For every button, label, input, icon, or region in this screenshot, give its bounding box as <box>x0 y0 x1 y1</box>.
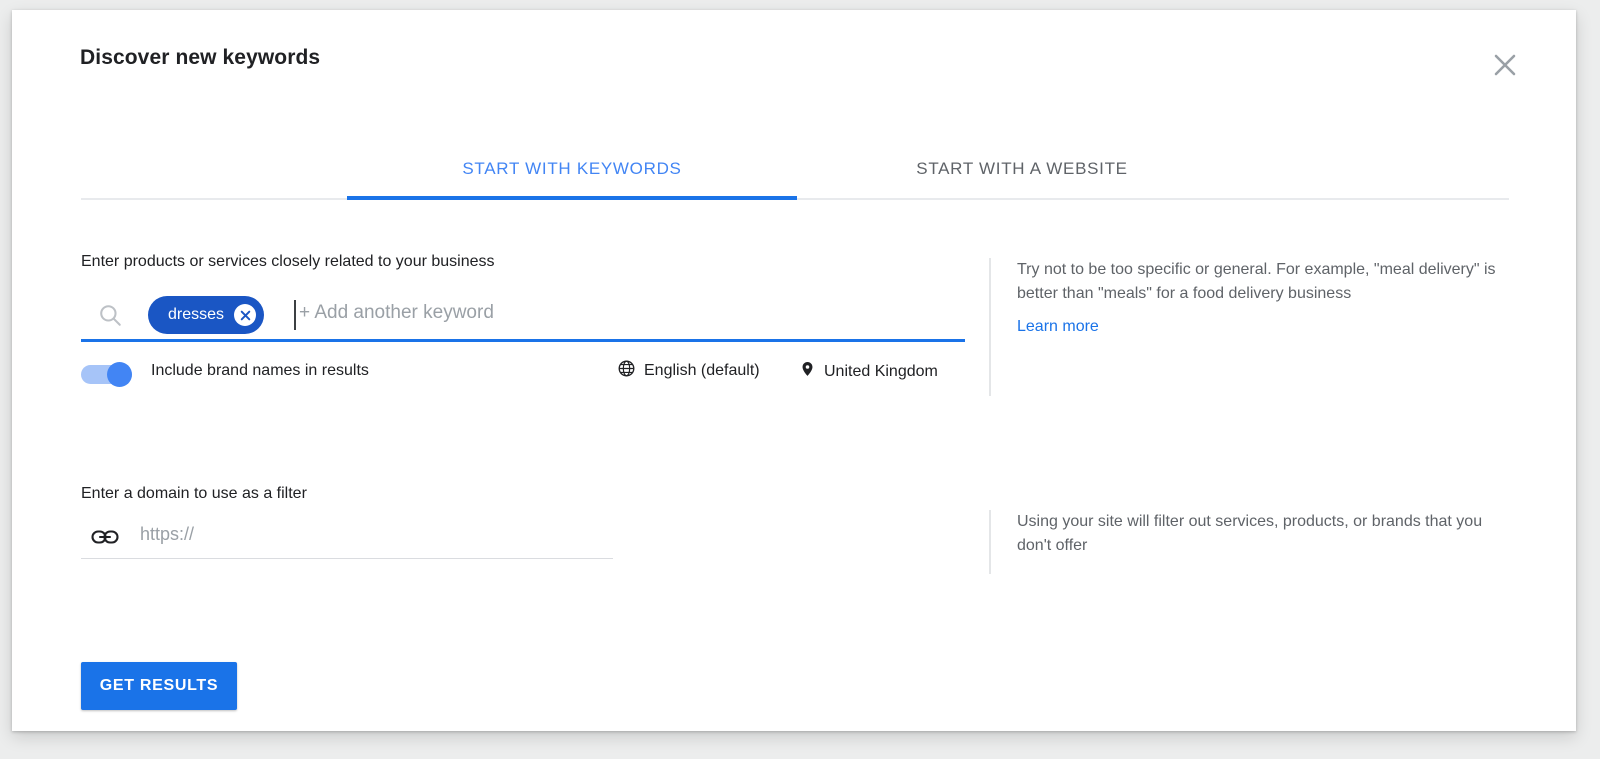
location-selector[interactable]: United Kingdom <box>799 359 938 384</box>
discover-keywords-dialog: Discover new keywords START WITH KEYWORD… <box>12 10 1576 731</box>
keywords-tip-text: Try not to be too specific or general. F… <box>1017 261 1496 302</box>
location-pin-icon <box>799 359 816 384</box>
keyword-chip-label: dresses <box>168 306 225 323</box>
tab-bar: START WITH KEYWORDS START WITH A WEBSITE <box>81 141 1509 199</box>
keywords-input-row[interactable]: dresses + Add another keyword <box>81 290 965 340</box>
close-circle-icon[interactable] <box>234 304 257 326</box>
keyword-options-row: Include brand names in results English (… <box>81 357 965 391</box>
domain-input-row[interactable]: https:// <box>81 515 613 559</box>
include-brand-names-label: Include brand names in results <box>151 362 369 379</box>
active-tab-indicator <box>347 196 797 200</box>
domain-tip-panel: Using your site will filter out services… <box>989 510 1499 574</box>
domain-input[interactable]: https:// <box>140 524 194 545</box>
tab-label: START WITH A WEBSITE <box>916 159 1128 178</box>
close-button[interactable] <box>1488 48 1522 82</box>
globe-icon <box>617 359 636 383</box>
page-title: Discover new keywords <box>80 46 321 69</box>
keywords-field-label: Enter products or services closely relat… <box>81 253 495 270</box>
domain-tip-text: Using your site will filter out services… <box>1017 513 1483 554</box>
tab-start-with-a-website[interactable]: START WITH A WEBSITE <box>797 141 1247 197</box>
search-icon <box>97 302 123 328</box>
include-brand-names-toggle[interactable] <box>81 362 138 387</box>
keywords-input-underline <box>81 339 965 342</box>
learn-more-link[interactable]: Learn more <box>1017 318 1099 336</box>
link-icon <box>91 525 119 549</box>
location-value: United Kingdom <box>824 362 938 380</box>
tab-start-with-keywords[interactable]: START WITH KEYWORDS <box>347 141 797 197</box>
keyword-chip[interactable]: dresses <box>148 296 265 334</box>
close-icon <box>1493 53 1517 77</box>
language-selector[interactable]: English (default) <box>617 359 760 383</box>
tab-label: START WITH KEYWORDS <box>462 159 682 178</box>
keywords-tip-panel: Try not to be too specific or general. F… <box>989 258 1499 396</box>
domain-input-underline <box>81 558 613 559</box>
domain-field-label: Enter a domain to use as a filter <box>81 485 307 502</box>
language-value: English (default) <box>644 362 760 379</box>
toggle-knob <box>107 362 132 387</box>
keywords-input[interactable]: + Add another keyword <box>299 302 494 324</box>
get-results-button[interactable]: GET RESULTS <box>81 662 237 710</box>
text-cursor <box>294 300 296 330</box>
